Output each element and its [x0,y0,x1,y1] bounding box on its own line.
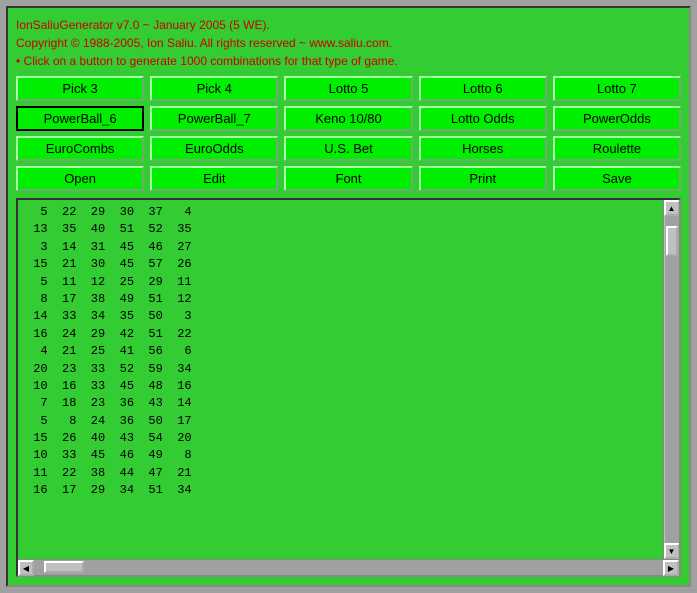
lottoodds-button[interactable]: Lotto Odds [419,106,547,131]
lotto6-button[interactable]: Lotto 6 [419,76,547,101]
scroll-right-button[interactable]: ▶ [663,560,679,576]
lotto7-button[interactable]: Lotto 7 [553,76,681,101]
powerball6-button[interactable]: PowerBall_6 [16,106,144,131]
scroll-h-track[interactable] [34,560,663,575]
edit-button[interactable]: Edit [150,166,278,191]
open-button[interactable]: Open [16,166,144,191]
header-line1: IonSaliuGenerator v7.0 ~ January 2005 (5… [16,16,681,34]
scroll-track[interactable] [665,216,679,543]
scroll-down-button[interactable]: ▼ [664,543,680,559]
pick3-button[interactable]: Pick 3 [16,76,144,101]
font-button[interactable]: Font [284,166,412,191]
buttons-row3: EuroCombs EuroOdds U.S. Bet Horses Roule… [16,136,681,161]
powerodds-button[interactable]: PowerOdds [553,106,681,131]
header-line2: Copyright © 1988-2005, Ion Saliu. All ri… [16,34,681,52]
save-button[interactable]: Save [553,166,681,191]
roulette-button[interactable]: Roulette [553,136,681,161]
buttons-row1: Pick 3 Pick 4 Lotto 5 Lotto 6 Lotto 7 [16,76,681,101]
buttons-row2: PowerBall_6 PowerBall_7 Keno 10/80 Lotto… [16,106,681,131]
output-text: 5 22 29 30 37 4 13 35 40 51 52 35 3 14 3… [18,200,663,559]
outer-frame: IonSaliuGenerator v7.0 ~ January 2005 (5… [0,0,697,593]
eurocodds-button[interactable]: EuroOdds [150,136,278,161]
inner-frame: IonSaliuGenerator v7.0 ~ January 2005 (5… [6,6,691,587]
eurocombos-button[interactable]: EuroCombs [16,136,144,161]
scroll-left-button[interactable]: ◀ [18,560,34,576]
lotto5-button[interactable]: Lotto 5 [284,76,412,101]
header-text: IonSaliuGenerator v7.0 ~ January 2005 (5… [16,16,681,70]
powerball7-button[interactable]: PowerBall_7 [150,106,278,131]
scroll-h-thumb[interactable] [44,561,84,573]
horses-button[interactable]: Horses [419,136,547,161]
horizontal-scrollbar[interactable]: ◀ ▶ [18,559,679,575]
scroll-thumb[interactable] [666,226,678,256]
print-button[interactable]: Print [419,166,547,191]
keno-button[interactable]: Keno 10/80 [284,106,412,131]
buttons-row4: Open Edit Font Print Save [16,166,681,191]
scroll-up-button[interactable]: ▲ [664,200,680,216]
output-wrapper: 5 22 29 30 37 4 13 35 40 51 52 35 3 14 3… [16,198,681,577]
pick4-button[interactable]: Pick 4 [150,76,278,101]
vertical-scrollbar[interactable]: ▲ ▼ [663,200,679,559]
usbet-button[interactable]: U.S. Bet [284,136,412,161]
output-main: 5 22 29 30 37 4 13 35 40 51 52 35 3 14 3… [18,200,679,559]
header-line3: • Click on a button to generate 1000 com… [16,52,681,70]
